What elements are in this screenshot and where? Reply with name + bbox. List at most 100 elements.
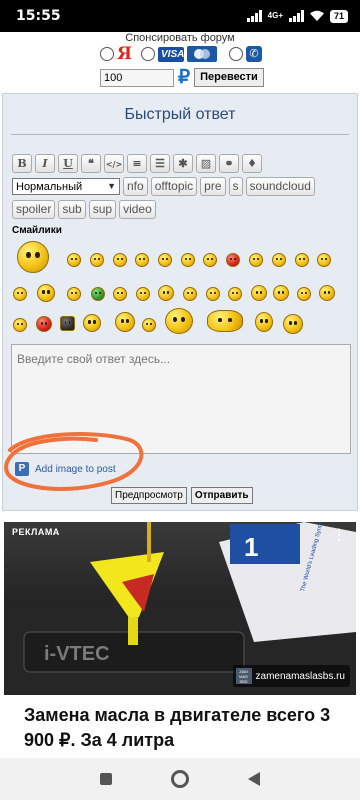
smiley-icon[interactable] [283, 314, 303, 334]
underline-button[interactable]: U [58, 154, 78, 173]
divider [11, 134, 349, 135]
tag-nfo[interactable]: nfo [123, 177, 148, 196]
smiley-devil-icon[interactable] [36, 316, 52, 332]
smiley-sick-icon[interactable] [91, 287, 105, 301]
send-button[interactable]: Отправить [190, 487, 253, 504]
smiley-icon[interactable] [317, 253, 331, 267]
tag-toolbar-1: Нормальный ▼ nfo offtopic pre s soundclo… [12, 177, 315, 196]
color-icon[interactable]: ♦ [242, 154, 262, 173]
image-icon[interactable]: ▨ [196, 154, 216, 173]
ordered-list-icon[interactable]: ☰ [150, 154, 170, 173]
smiley-girl-icon[interactable] [273, 285, 289, 301]
smiley-thumbs-up-icon[interactable] [113, 287, 127, 301]
quick-reply-title: Быстрый ответ [124, 106, 236, 123]
signal-icon [246, 10, 262, 22]
smiley-icon[interactable] [113, 253, 127, 267]
phone-icon: ✆ [246, 46, 262, 62]
smileys-label: Смайлики [12, 225, 62, 236]
radio-yandex[interactable] [100, 47, 114, 61]
wifi-icon [309, 10, 324, 21]
recent-apps-icon[interactable] [99, 773, 112, 785]
italic-button[interactable]: I [35, 154, 55, 173]
yandex-icon: Я [117, 44, 132, 64]
smiley-hug-icon[interactable] [207, 310, 243, 332]
home-icon[interactable] [170, 770, 189, 788]
smiley-icon[interactable] [67, 253, 81, 267]
signal-icon-2 [288, 10, 304, 22]
font-size-select[interactable]: Нормальный ▼ [12, 178, 120, 195]
payment-methods: Я VISA ✆ [100, 44, 262, 64]
more-icon[interactable]: ⋮ [332, 526, 346, 543]
amount-input[interactable]: 100 [100, 68, 174, 87]
ad-image[interactable]: i-VTEC 1 The World's Leading Synthetic M… [4, 522, 356, 695]
status-icons: 4G+ 71 [246, 9, 348, 23]
tag-sub[interactable]: sub [58, 200, 86, 219]
format-toolbar: B I U ❝ </> ≡ ☰ ✱ ▨ ⚭ ♦ [12, 154, 262, 173]
smiley-icon[interactable] [206, 287, 220, 301]
code-icon[interactable]: </> [104, 154, 124, 173]
smiley-accordion-icon[interactable] [17, 241, 49, 273]
smiley-ninja-icon[interactable] [60, 316, 75, 331]
ad-domain-text: zamenamaslasbs.ru [255, 670, 345, 682]
chevron-down-icon: ▼ [107, 181, 116, 191]
tag-pre[interactable]: pre [200, 177, 226, 196]
advertiser-logo: ZAM MAS SBS [235, 668, 252, 684]
smiley-icon[interactable] [67, 287, 81, 301]
smiley-icon[interactable] [13, 318, 27, 332]
radio-phone[interactable] [229, 47, 243, 61]
smiley-cool-icon[interactable] [249, 253, 263, 267]
smiley-icon[interactable] [115, 312, 135, 332]
smiley-icon[interactable] [13, 287, 27, 301]
smiley-icon[interactable] [297, 287, 311, 301]
font-size-value: Нормальный [16, 180, 83, 193]
smiley-angry-icon[interactable] [226, 253, 240, 267]
smiley-thumbs-down-icon[interactable] [136, 287, 150, 301]
amount-row: 100 ₽ Перевести [100, 68, 264, 87]
smiley-icon[interactable] [183, 287, 197, 301]
engine-text: i-VTEC [44, 643, 110, 665]
smiley-question-icon[interactable] [37, 284, 55, 302]
ad-domain[interactable]: ZAM MAS SBS zamenamaslasbs.ru [232, 665, 350, 687]
tag-s[interactable]: s [228, 177, 243, 196]
tag-offtopic[interactable]: offtopic [150, 177, 198, 196]
annotation-circle [4, 432, 144, 491]
smiley-shocked-icon[interactable] [255, 312, 273, 332]
smiley-icon[interactable] [203, 253, 217, 267]
smiley-icon[interactable] [295, 253, 309, 267]
smiley-icon[interactable] [272, 253, 286, 267]
smiley-icon[interactable] [142, 318, 156, 332]
smiley-icon[interactable] [228, 287, 242, 301]
radio-visa[interactable] [141, 47, 155, 61]
smiley-icon[interactable] [158, 285, 174, 301]
smiley-icon[interactable] [158, 253, 172, 267]
sponsor-title: Спонсировать форум [125, 32, 235, 44]
smiley-icon[interactable] [90, 253, 104, 267]
screen: 15:55 4G+ 71 Спонсировать форум Я VISA ✆… [0, 0, 360, 800]
ruble-icon: ₽ [178, 66, 191, 88]
visa-icon: VISA [158, 46, 184, 62]
tag-spoiler[interactable]: spoiler [12, 200, 56, 219]
status-bar: 15:55 4G+ 71 [0, 0, 360, 32]
smiley-icon[interactable] [251, 285, 267, 301]
network-type: 4G+ [267, 11, 283, 20]
mastercard-icon [187, 46, 217, 62]
smiley-icon[interactable] [83, 314, 101, 332]
smiley-icon[interactable] [135, 253, 149, 267]
quote-icon[interactable]: ❝ [81, 154, 101, 173]
ad-headline[interactable]: Замена масла в двигателе всего 3 900 ₽. … [24, 703, 344, 753]
transfer-button[interactable]: Перевести [194, 68, 264, 87]
smiley-fight-icon[interactable] [165, 308, 193, 334]
tag-toolbar-2: spoiler sub sup video [12, 200, 156, 219]
back-icon[interactable] [248, 772, 261, 786]
link-icon[interactable]: ⚭ [219, 154, 239, 173]
list-icon[interactable]: ≡ [127, 154, 147, 173]
smiley-cowboy-icon[interactable] [319, 285, 335, 301]
spoiler-star-icon[interactable]: ✱ [173, 154, 193, 173]
smiley-icon[interactable] [181, 253, 195, 267]
tag-video[interactable]: video [119, 200, 156, 219]
tag-soundcloud[interactable]: soundcloud [245, 177, 315, 196]
tag-sup[interactable]: sup [88, 200, 117, 219]
bold-button[interactable]: B [12, 154, 32, 173]
navigation-bar [0, 758, 360, 800]
ad-label: РЕКЛАМА [12, 527, 60, 537]
